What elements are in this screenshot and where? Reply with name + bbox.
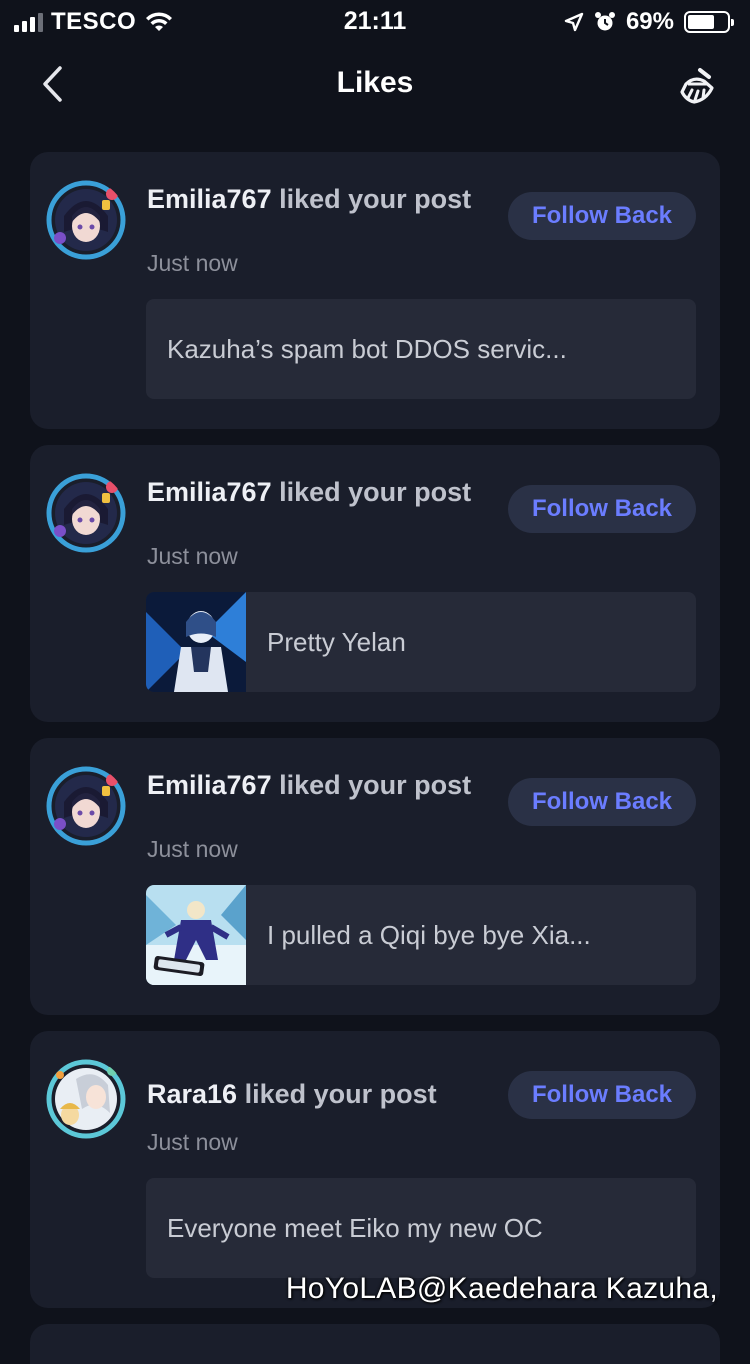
- username[interactable]: Emilia767: [147, 770, 272, 800]
- avatar[interactable]: [46, 766, 126, 846]
- notification-text: Emilia767 liked your post: [147, 475, 477, 509]
- timestamp: Just now: [147, 250, 238, 276]
- follow-back-button[interactable]: Follow Back: [508, 1071, 696, 1119]
- notification-list: Emilia767 liked your post Just now Follo…: [30, 152, 720, 1364]
- action-text: liked your post: [271, 477, 472, 507]
- action-text: liked your post: [237, 1079, 437, 1109]
- notification-text: Rara16 liked your post: [147, 1077, 507, 1111]
- timestamp: Just now: [147, 1129, 238, 1155]
- action-text: liked your post: [271, 184, 472, 214]
- broom-icon: [680, 68, 714, 104]
- avatar[interactable]: [46, 180, 126, 260]
- username[interactable]: Rara16: [147, 1079, 237, 1109]
- post-preview[interactable]: I pulled a Qiqi bye bye Xia...: [146, 885, 696, 985]
- battery-icon: [684, 11, 734, 33]
- notification-text: Emilia767 liked your post: [147, 768, 477, 802]
- timestamp: Just now: [147, 543, 238, 569]
- notification-text: Emilia767 liked your post: [147, 182, 477, 216]
- follow-back-button[interactable]: Follow Back: [508, 192, 696, 240]
- status-bar: TESCO 21:11 69%: [0, 0, 750, 44]
- timestamp: Just now: [147, 836, 238, 862]
- post-title: Everyone meet Eiko my new OC: [167, 1212, 543, 1243]
- post-title: Kazuha’s spam bot DDOS servic...: [167, 333, 567, 364]
- follow-back-button[interactable]: Follow Back: [508, 485, 696, 533]
- action-text: liked your post: [271, 770, 472, 800]
- post-title: I pulled a Qiqi bye bye Xia...: [267, 919, 591, 950]
- location-arrow-icon: [564, 12, 584, 32]
- post-title: Pretty Yelan: [267, 626, 406, 657]
- follow-back-button[interactable]: Follow Back: [508, 778, 696, 826]
- page-title: Likes: [336, 66, 414, 99]
- clear-all-button[interactable]: [674, 62, 722, 110]
- status-right: 69%: [564, 8, 734, 36]
- username[interactable]: Emilia767: [147, 477, 272, 507]
- post-thumbnail: [146, 885, 246, 985]
- nav-bar: Likes: [0, 44, 750, 124]
- post-preview[interactable]: Kazuha’s spam bot DDOS servic...: [146, 299, 696, 399]
- avatar[interactable]: [46, 473, 126, 553]
- username[interactable]: Emilia767: [147, 184, 272, 214]
- alarm-icon: [594, 12, 615, 31]
- notification-card[interactable]: Rara16 liked your post Just now Follow B…: [30, 1031, 720, 1308]
- watermark: HoYoLAB@Kaedehara Kazuha,: [285, 1272, 718, 1305]
- notification-card[interactable]: Emilia767 liked your post Just now Follo…: [30, 152, 720, 429]
- post-preview[interactable]: Pretty Yelan: [146, 592, 696, 692]
- notification-card[interactable]: Emilia767 liked your post Just now Follo…: [30, 445, 720, 722]
- post-thumbnail: [146, 592, 246, 692]
- post-preview[interactable]: Everyone meet Eiko my new OC: [146, 1178, 696, 1278]
- notification-card[interactable]: Emilia767 liked your post Just now Follo…: [30, 738, 720, 1015]
- notification-card-partial[interactable]: [30, 1324, 720, 1364]
- battery-percent: 69%: [625, 8, 674, 35]
- avatar[interactable]: [46, 1059, 126, 1139]
